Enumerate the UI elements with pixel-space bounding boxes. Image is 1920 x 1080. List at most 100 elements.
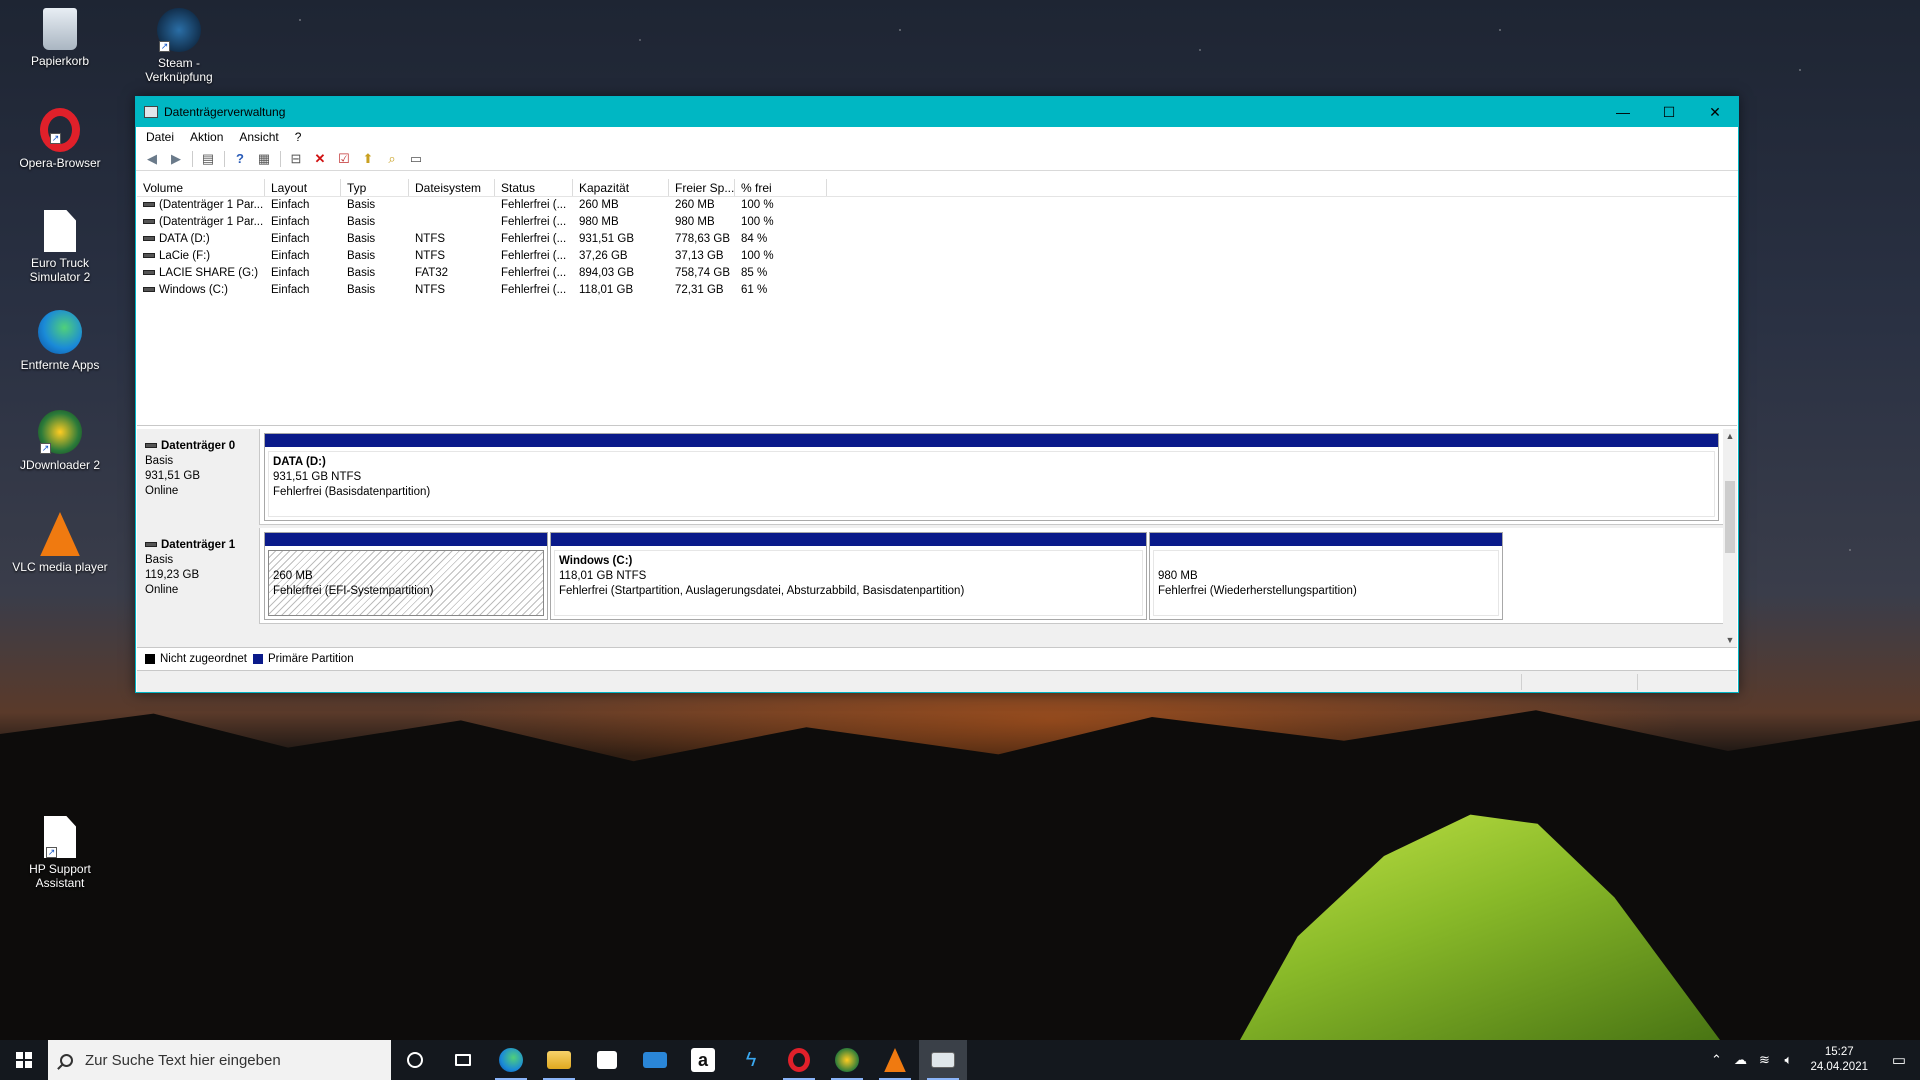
menu-aktion[interactable]: Aktion	[190, 130, 223, 144]
partition-recovery[interactable]: 980 MB Fehlerfrei (Wiederherstellungspar…	[1149, 532, 1503, 620]
column-header-percent-free[interactable]: % frei	[735, 179, 827, 196]
partition-data-d[interactable]: DATA (D:) 931,51 GB NTFS Fehlerfrei (Bas…	[264, 433, 1719, 521]
column-header-status[interactable]: Status	[495, 179, 573, 196]
partition-name: Windows (C:)	[559, 555, 633, 567]
amazon-icon[interactable]: a	[679, 1040, 727, 1080]
desktop-icon-recycle-bin[interactable]: Papierkorb	[5, 8, 115, 68]
windows-logo-icon	[16, 1052, 32, 1068]
minimize-button[interactable]: —	[1600, 97, 1646, 127]
desktop-icon-steam[interactable]: ↗ Steam - Verknüpfung	[124, 8, 234, 84]
start-button[interactable]	[0, 1040, 48, 1080]
explorer-icon[interactable]	[535, 1040, 583, 1080]
column-header-free-space[interactable]: Freier Sp...	[669, 179, 735, 196]
desktop-icon-opera[interactable]: ↗ Opera-Browser	[5, 108, 115, 170]
desktop-icon-vlc[interactable]: VLC media player	[5, 512, 115, 574]
scroll-up-icon[interactable]: ▲	[1723, 429, 1737, 443]
partition-info: DATA (D:) 931,51 GB NTFS Fehlerfrei (Bas…	[268, 451, 1715, 517]
disk-label-1[interactable]: Datenträger 1 Basis 119,23 GB Online	[137, 528, 260, 624]
checkmark-icon[interactable]: ☑	[334, 150, 354, 168]
opera-icon[interactable]	[775, 1040, 823, 1080]
menu-ansicht[interactable]: Ansicht	[239, 130, 278, 144]
vlc-icon[interactable]	[871, 1040, 919, 1080]
legend: Nicht zugeordnet Primäre Partition	[137, 647, 1737, 669]
clock[interactable]: 15:27 24.04.2021	[1800, 1045, 1878, 1075]
table-row[interactable]: (Datenträger 1 Par... Einfach Basis Fehl…	[137, 197, 1737, 214]
delete-icon[interactable]: ✕	[310, 150, 330, 168]
table-row[interactable]: LaCie (F:) Einfach Basis NTFS Fehlerfrei…	[137, 248, 1737, 265]
shortcut-arrow-icon: ↗	[50, 133, 61, 144]
desktop-icon-label: Steam - Verknüpfung	[145, 56, 213, 84]
cell-status: Fehlerfrei (...	[501, 216, 567, 228]
disk-size: 931,51 GB	[145, 470, 200, 482]
legend-swatch	[145, 653, 155, 664]
onedrive-icon[interactable]: ☁	[1728, 1052, 1752, 1068]
disk-management-icon[interactable]	[919, 1040, 967, 1080]
cell-free-space: 758,74 GB	[675, 267, 730, 279]
edge-icon[interactable]	[487, 1040, 535, 1080]
scroll-down-icon[interactable]: ▼	[1723, 633, 1737, 647]
window-titlebar[interactable]: Datenträgerverwaltung — ☐ ✕	[136, 97, 1738, 127]
menu-help[interactable]: ?	[295, 130, 302, 144]
jdownloader-icon[interactable]	[823, 1040, 871, 1080]
cell-layout: Einfach	[271, 267, 310, 279]
column-header-filesystem[interactable]: Dateisystem	[409, 179, 495, 196]
task-view-icon[interactable]	[439, 1040, 487, 1080]
clock-time: 15:27	[1824, 1046, 1854, 1058]
forward-icon[interactable]: ▶	[166, 150, 186, 168]
disk-state: Online	[145, 485, 179, 497]
cell-free-space: 778,63 GB	[675, 233, 730, 245]
console-tree-icon[interactable]: ▤	[198, 150, 218, 168]
search-icon[interactable]: ⌕	[382, 150, 402, 168]
close-button[interactable]: ✕	[1692, 97, 1738, 127]
properties-icon[interactable]: ▦	[254, 150, 274, 168]
partition-size: 980 MB	[1158, 570, 1198, 582]
help-icon[interactable]: ?	[230, 150, 250, 168]
column-header-capacity[interactable]: Kapazität	[573, 179, 669, 196]
partition-windows-c[interactable]: Windows (C:) 118,01 GB NTFS Fehlerfrei (…	[550, 532, 1147, 620]
maximize-button[interactable]: ☐	[1646, 97, 1692, 127]
wifi-icon[interactable]: ≋	[1752, 1052, 1776, 1068]
volume-icon	[143, 236, 155, 242]
column-header-type[interactable]: Typ	[341, 179, 409, 196]
disk-pane-scrollbar[interactable]: ▲ ▼	[1723, 429, 1737, 647]
cell-percent-free: 61 %	[741, 284, 768, 296]
cell-volume: LACIE SHARE (G:)	[137, 265, 265, 282]
disk-state: Online	[145, 584, 179, 596]
scrollbar-thumb[interactable]	[1725, 481, 1735, 553]
desktop-icon-euro-truck[interactable]: Euro Truck Simulator 2	[5, 210, 115, 284]
disk-label-0[interactable]: Datenträger 0 Basis 931,51 GB Online	[137, 429, 260, 525]
partition-efi[interactable]: 260 MB Fehlerfrei (EFI-Systempartition)	[264, 532, 548, 620]
cortana-icon[interactable]	[391, 1040, 439, 1080]
table-row[interactable]: LACIE SHARE (G:) Einfach Basis FAT32 Feh…	[137, 265, 1737, 282]
column-header-volume[interactable]: Volume	[137, 179, 265, 196]
mail-icon[interactable]	[631, 1040, 679, 1080]
volume-icon	[143, 253, 155, 259]
store-icon[interactable]	[583, 1040, 631, 1080]
status-bar-divider	[1521, 674, 1522, 690]
import-icon[interactable]: ⬆	[358, 150, 378, 168]
desktop-icon-label: Euro Truck Simulator 2	[29, 256, 91, 284]
menu-datei[interactable]: Datei	[146, 130, 174, 144]
desktop-icon-remote-apps[interactable]: Entfernte Apps	[5, 310, 115, 372]
desktop-icon-hp-support[interactable]: ↗ HP Support Assistant	[5, 816, 115, 890]
legend-item-primary-partition: Primäre Partition	[252, 653, 354, 665]
disk-icon	[145, 443, 157, 449]
chevron-up-icon[interactable]: ⌃	[1704, 1052, 1728, 1068]
table-row[interactable]: DATA (D:) Einfach Basis NTFS Fehlerfrei …	[137, 231, 1737, 248]
volume-list: Volume Layout Typ Dateisystem Status Kap…	[137, 179, 1737, 426]
desktop-icon-jdownloader[interactable]: ↗ JDownloader 2	[5, 410, 115, 472]
connect-icon[interactable]: ⊟	[286, 150, 306, 168]
details-icon[interactable]: ▭	[406, 150, 426, 168]
cell-layout: Einfach	[271, 284, 310, 296]
bolt-icon[interactable]: ϟ	[727, 1040, 775, 1080]
back-icon[interactable]: ◀	[142, 150, 162, 168]
cell-capacity: 260 MB	[579, 199, 619, 211]
table-row[interactable]: Windows (C:) Einfach Basis NTFS Fehlerfr…	[137, 282, 1737, 299]
cell-layout: Einfach	[271, 250, 310, 262]
taskbar-search-box[interactable]: Zur Suche Text hier eingeben	[48, 1040, 391, 1080]
table-row[interactable]: (Datenträger 1 Par... Einfach Basis Fehl…	[137, 214, 1737, 231]
volume-icon[interactable]: 🔈︎	[1776, 1052, 1800, 1068]
column-header-layout[interactable]: Layout	[265, 179, 341, 196]
cell-layout: Einfach	[271, 233, 310, 245]
notification-icon[interactable]: ▭	[1878, 1051, 1920, 1069]
